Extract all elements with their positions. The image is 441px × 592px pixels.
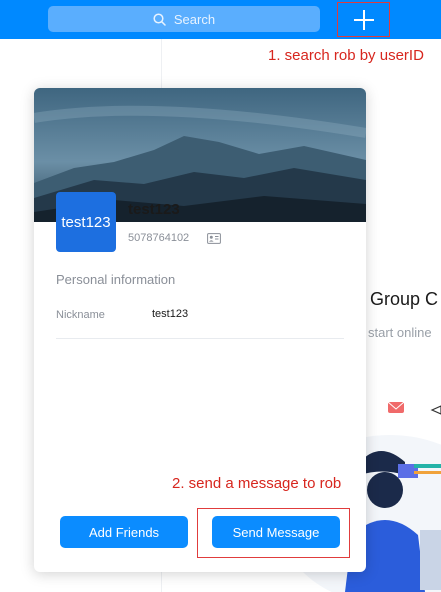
plus-icon — [353, 9, 374, 30]
personal-info-heading: Personal information — [56, 272, 176, 287]
add-button[interactable] — [337, 2, 390, 37]
search-placeholder: Search — [173, 11, 216, 27]
profile-user-id: 5078764102 — [128, 232, 190, 244]
annotation-step1: 1. search rob by userID — [268, 47, 424, 64]
send-message-highlight — [197, 508, 350, 558]
profile-name: test123 — [128, 201, 180, 218]
nickname-label: Nickname — [56, 309, 105, 321]
annotation-step2: 2. send a message to rob — [172, 475, 342, 492]
nickname-value: test123 — [152, 308, 189, 320]
id-card-icon[interactable] — [207, 233, 221, 244]
divider — [56, 338, 344, 339]
empty-state-subtitle: start online — [368, 325, 432, 340]
empty-state-title: Group C — [370, 289, 439, 309]
profile-card: test123 test123 5078764102 Personal info… — [34, 88, 366, 572]
search-input[interactable]: Search — [48, 6, 320, 32]
search-icon — [153, 12, 166, 26]
avatar: test123 — [56, 192, 116, 252]
top-bar: Search — [0, 0, 441, 39]
add-friends-button[interactable]: Add Friends — [60, 516, 188, 548]
